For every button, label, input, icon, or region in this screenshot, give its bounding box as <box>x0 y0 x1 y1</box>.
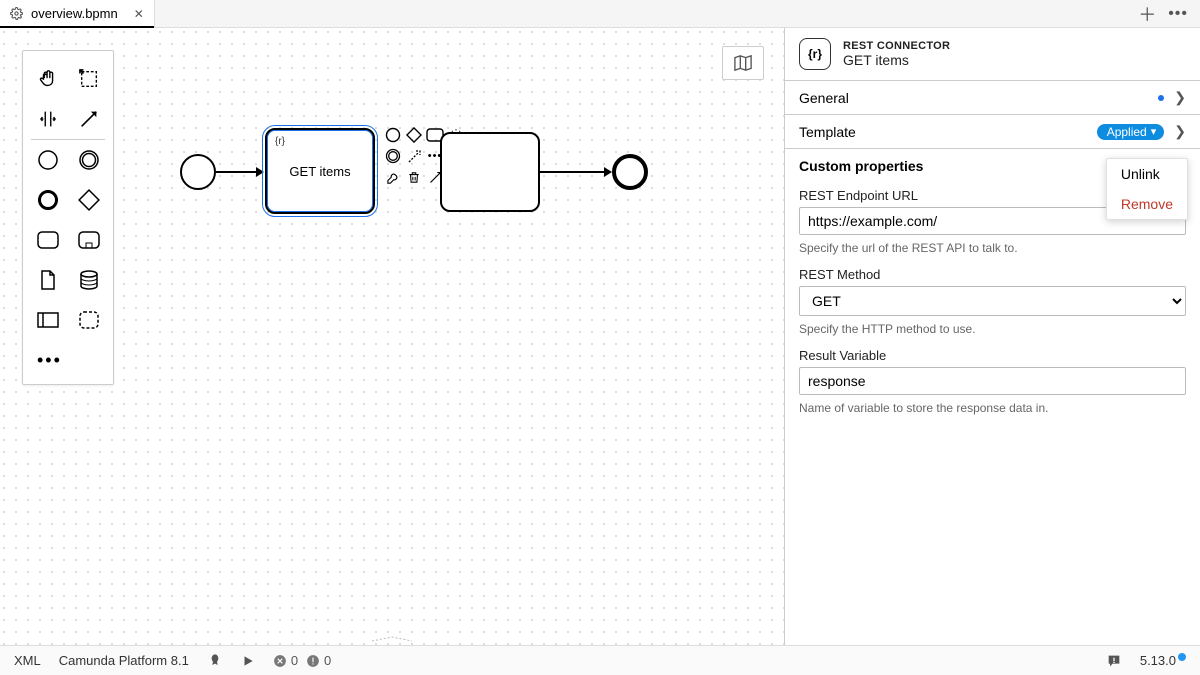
custom-properties-label: Custom properties <box>799 158 923 174</box>
start-instance-button[interactable] <box>241 654 255 668</box>
feedback-button[interactable] <box>1106 653 1122 669</box>
properties-panel: {r} REST CONNECTOR GET items General ❯ T… <box>784 28 1200 645</box>
cp-delete-button[interactable] <box>405 168 423 186</box>
end-event-node[interactable] <box>612 154 648 190</box>
create-participant-button[interactable] <box>27 300 68 340</box>
template-actions-menu: Unlink Remove <box>1106 158 1188 220</box>
error-count[interactable]: 0 <box>273 653 298 668</box>
space-tool-button[interactable] <box>27 99 68 139</box>
result-variable-label: Result Variable <box>799 348 1186 363</box>
warning-count[interactable]: 0 <box>306 653 331 668</box>
rest-method-label: REST Method <box>799 267 1186 282</box>
version-label[interactable]: 5.13.0 <box>1140 653 1186 668</box>
create-group-button[interactable] <box>68 300 109 340</box>
task-get-items[interactable]: {r} GET items <box>265 128 375 214</box>
arrow-icon <box>256 167 264 177</box>
arrow-icon <box>604 167 612 177</box>
create-start-event-button[interactable] <box>27 140 68 180</box>
rest-method-description: Specify the HTTP method to use. <box>785 318 1200 342</box>
task-node[interactable] <box>440 132 540 212</box>
lasso-tool-button[interactable] <box>68 59 109 99</box>
properties-header: {r} REST CONNECTOR GET items <box>785 28 1200 80</box>
version-text: 5.13.0 <box>1140 653 1176 668</box>
result-variable-description: Name of variable to store the response d… <box>785 397 1200 421</box>
general-group-label: General <box>799 90 849 106</box>
chevron-right-icon: ❯ <box>1174 89 1186 106</box>
template-group-label: Template <box>799 124 856 140</box>
tab-overview-bpmn[interactable]: overview.bpmn ✕ <box>0 0 155 27</box>
status-bar: XML Camunda Platform 8.1 0 0 5.13.0 <box>0 645 1200 675</box>
global-connect-button[interactable] <box>68 99 109 139</box>
create-task-button[interactable] <box>27 220 68 260</box>
menu-item-remove[interactable]: Remove <box>1107 189 1187 219</box>
gear-icon <box>10 7 23 20</box>
create-end-event-button[interactable] <box>27 180 68 220</box>
cp-annotation-button[interactable] <box>405 147 423 165</box>
rest-method-select[interactable]: GET <box>799 286 1186 316</box>
result-variable-input[interactable] <box>799 367 1186 395</box>
new-tab-button[interactable]: ＋ <box>1138 1 1156 27</box>
palette-more-button[interactable]: ••• <box>27 340 109 380</box>
cp-append-event-button[interactable] <box>384 126 402 144</box>
deploy-button[interactable] <box>207 653 223 669</box>
sequence-flow[interactable] <box>540 171 604 173</box>
cp-append-gateway-button[interactable] <box>405 126 423 144</box>
diagram-canvas[interactable]: ••• {r} GET items ••• <box>0 28 784 645</box>
element-type-icon: {r} <box>799 38 831 70</box>
create-data-store-button[interactable] <box>68 260 109 300</box>
template-marker-icon: {r} <box>275 136 285 147</box>
minimap-toggle-button[interactable] <box>722 46 764 80</box>
sequence-flow[interactable] <box>216 171 256 173</box>
platform-label[interactable]: Camunda Platform 8.1 <box>59 653 189 668</box>
element-type-label: REST CONNECTOR <box>843 40 950 52</box>
template-group-header[interactable]: Template Applied ▾ ❯ <box>785 115 1200 148</box>
error-count-value: 0 <box>291 653 298 668</box>
warning-count-value: 0 <box>324 653 331 668</box>
more-menu-button[interactable]: ••• <box>1168 5 1188 23</box>
chevron-down-icon: ▾ <box>1151 125 1157 138</box>
cp-append-intermediate-button[interactable] <box>384 147 402 165</box>
general-group-header[interactable]: General ❯ <box>785 81 1200 114</box>
menu-item-unlink[interactable]: Unlink <box>1107 159 1187 189</box>
update-available-indicator-icon <box>1178 653 1186 661</box>
element-name-label: GET items <box>843 52 950 68</box>
start-event-node[interactable] <box>180 154 216 190</box>
tool-palette: ••• <box>22 50 114 385</box>
template-status-label: Applied <box>1107 125 1147 139</box>
create-subprocess-button[interactable] <box>68 220 109 260</box>
template-status-badge[interactable]: Applied ▾ <box>1097 124 1165 140</box>
endpoint-url-description: Specify the url of the REST API to talk … <box>785 237 1200 261</box>
close-icon[interactable]: ✕ <box>134 7 144 21</box>
create-intermediate-event-button[interactable] <box>68 140 109 180</box>
create-data-object-button[interactable] <box>27 260 68 300</box>
chevron-right-icon: ❯ <box>1174 123 1186 140</box>
tab-bar: overview.bpmn ✕ ＋ ••• <box>0 0 1200 28</box>
tab-label: overview.bpmn <box>31 6 118 21</box>
panel-resize-handle[interactable] <box>370 635 414 643</box>
cp-wrench-button[interactable] <box>384 168 402 186</box>
task-label: GET items <box>289 164 350 179</box>
create-gateway-button[interactable] <box>68 180 109 220</box>
group-changed-indicator-icon <box>1158 95 1164 101</box>
hand-tool-button[interactable] <box>27 59 68 99</box>
xml-toggle-button[interactable]: XML <box>14 653 41 668</box>
